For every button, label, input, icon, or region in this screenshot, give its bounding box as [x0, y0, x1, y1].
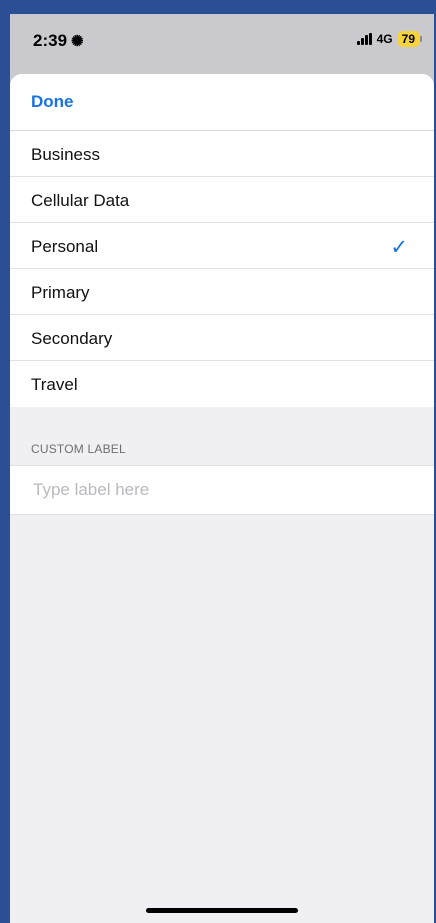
option-label: Cellular Data	[31, 191, 130, 210]
option-primary[interactable]: Primary	[10, 269, 434, 315]
done-button[interactable]: Done	[31, 92, 74, 112]
option-label: Secondary	[31, 329, 113, 348]
option-label: Business	[31, 145, 100, 164]
option-label: Personal	[31, 237, 99, 256]
signal-icon	[356, 33, 372, 45]
status-bar: 2:39 ✺ 4G 79	[10, 14, 434, 74]
label-options-list: Business Cellular Data Personal ✓ Primar…	[10, 131, 434, 407]
custom-label-row	[10, 465, 434, 515]
custom-label-header: CUSTOM LABEL	[31, 442, 126, 456]
option-label: Primary	[31, 283, 90, 302]
focus-icon: ✺	[71, 33, 84, 50]
option-secondary[interactable]: Secondary	[10, 315, 434, 361]
option-personal[interactable]: Personal ✓	[10, 223, 434, 269]
sheet-toolbar: Done	[10, 74, 434, 131]
checkmark-icon: ✓	[390, 236, 408, 259]
custom-label-section: CUSTOM LABEL	[10, 407, 434, 465]
status-indicators: 4G 79	[356, 31, 422, 47]
label-picker-sheet: Done Business Cellular Data Personal ✓ P…	[10, 74, 434, 923]
time-text: 2:39	[33, 31, 68, 50]
option-travel[interactable]: Travel	[10, 361, 434, 407]
phone-screen: 2:39✺ 4G 79 Done Business Cellular Data	[10, 14, 434, 923]
option-label: Travel	[31, 375, 78, 394]
network-label: 4G	[376, 32, 393, 46]
custom-label-input[interactable]	[31, 466, 415, 514]
battery-level: 79	[397, 31, 419, 47]
home-indicator[interactable]	[146, 908, 298, 913]
option-cellular-data[interactable]: Cellular Data	[10, 177, 434, 223]
battery-icon: 79	[397, 31, 422, 47]
status-time: 2:39 ✺	[33, 31, 84, 51]
option-business[interactable]: Business	[10, 131, 434, 177]
